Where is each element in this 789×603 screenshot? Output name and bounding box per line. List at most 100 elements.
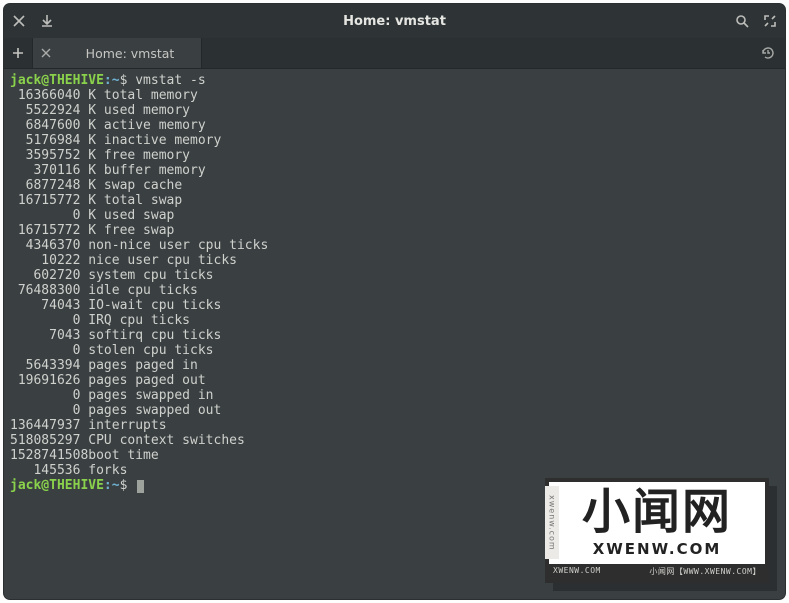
output-label: IRQ cpu ticks bbox=[80, 313, 190, 328]
output-value: 74043 bbox=[10, 298, 80, 313]
output-row: 5643394 pages paged in bbox=[10, 358, 777, 373]
output-value: 7043 bbox=[10, 328, 80, 343]
output-value: 16715772 bbox=[10, 223, 80, 238]
output-row: 19691626 pages paged out bbox=[10, 373, 777, 388]
output-value: 136447937 bbox=[10, 418, 80, 433]
output-row: 518085297 CPU context switches bbox=[10, 433, 777, 448]
output-value: 4346370 bbox=[10, 238, 80, 253]
output-label: pages paged in bbox=[80, 358, 197, 373]
window-title: Home: vmstat bbox=[54, 14, 735, 29]
output-label: idle cpu ticks bbox=[80, 283, 197, 298]
output-row: 5176984 K inactive memory bbox=[10, 133, 777, 148]
cursor-block bbox=[137, 480, 144, 493]
output-value: 145536 bbox=[10, 463, 80, 478]
search-icon[interactable] bbox=[735, 14, 749, 28]
output-value: 0 bbox=[10, 343, 80, 358]
save-output-icon[interactable] bbox=[40, 14, 54, 28]
output-value: 5176984 bbox=[10, 133, 80, 148]
output-row: 136447937 interrupts bbox=[10, 418, 777, 433]
output-label: K free swap bbox=[80, 223, 174, 238]
tab-home-vmstat[interactable]: Home: vmstat bbox=[33, 38, 202, 68]
output-row: 0 IRQ cpu ticks bbox=[10, 313, 777, 328]
output-label: CPU context switches bbox=[80, 433, 244, 448]
output-row: 5522924 K used memory bbox=[10, 103, 777, 118]
output-value: 3595752 bbox=[10, 148, 80, 163]
output-row: 0 stolen cpu ticks bbox=[10, 343, 777, 358]
output-label: forks bbox=[80, 463, 127, 478]
prompt-path: ~ bbox=[112, 73, 120, 88]
output-value: 0 bbox=[10, 403, 80, 418]
output-label: K inactive memory bbox=[80, 133, 221, 148]
watermark-sub: XWENW.COM bbox=[553, 538, 761, 562]
output-value: 1528741508 bbox=[10, 448, 80, 463]
output-row: 74043 IO-wait cpu ticks bbox=[10, 298, 777, 313]
output-row: 16715772 K free swap bbox=[10, 223, 777, 238]
watermark-badge: xwenw.com 小闻网 XWENW.COM XWENW.COM 小闻网【WW… bbox=[545, 478, 769, 583]
output-label: system cpu ticks bbox=[80, 268, 213, 283]
output-value: 10222 bbox=[10, 253, 80, 268]
prompt-user: jack@THEHIVE bbox=[10, 73, 104, 88]
output-value: 5643394 bbox=[10, 358, 80, 373]
close-window-icon[interactable] bbox=[12, 14, 26, 28]
output-row: 7043 softirq cpu ticks bbox=[10, 328, 777, 343]
tabbar: Home: vmstat bbox=[4, 38, 785, 69]
output-label: K swap cache bbox=[80, 178, 182, 193]
output-label: IO-wait cpu ticks bbox=[80, 298, 221, 313]
output-label: K free memory bbox=[80, 148, 190, 163]
output-label: stolen cpu ticks bbox=[80, 343, 213, 358]
output-value: 76488300 bbox=[10, 283, 80, 298]
output-value: 16715772 bbox=[10, 193, 80, 208]
prompt-command: vmstat -s bbox=[135, 73, 205, 88]
output-row: 145536 forks bbox=[10, 463, 777, 478]
output-value: 6877248 bbox=[10, 178, 80, 193]
output-row: 16715772 K total swap bbox=[10, 193, 777, 208]
output-row: 6847600 K active memory bbox=[10, 118, 777, 133]
output-label: K total memory bbox=[80, 88, 197, 103]
output-label: K total swap bbox=[80, 193, 182, 208]
fullscreen-icon[interactable] bbox=[763, 14, 777, 28]
output-value: 16366040 bbox=[10, 88, 80, 103]
output-row: 0 pages swapped in bbox=[10, 388, 777, 403]
output-label: K buffer memory bbox=[80, 163, 205, 178]
output-label: softirq cpu ticks bbox=[80, 328, 221, 343]
output-label: pages swapped in bbox=[80, 388, 213, 403]
output-row: 10222 nice user cpu ticks bbox=[10, 253, 777, 268]
watermark-big: 小闻网 bbox=[553, 486, 761, 538]
watermark-side: xwenw.com bbox=[545, 486, 559, 559]
output-value: 370116 bbox=[10, 163, 80, 178]
prompt-line: jack@THEHIVE:~$ vmstat -s bbox=[10, 73, 777, 88]
output-label: pages swapped out bbox=[80, 403, 221, 418]
output-row: 602720 system cpu ticks bbox=[10, 268, 777, 283]
output-row: 1528741508 boot time bbox=[10, 448, 777, 463]
watermark-footer: XWENW.COM 小闻网【WWW.XWENW.COM】 bbox=[549, 564, 765, 579]
output-row: 370116 K buffer memory bbox=[10, 163, 777, 178]
tab-label: Home: vmstat bbox=[69, 46, 191, 61]
output-value: 602720 bbox=[10, 268, 80, 283]
terminal-window: Home: vmstat Home: vmstat jack@ bbox=[4, 4, 785, 599]
tab-close-icon[interactable] bbox=[41, 46, 51, 61]
output-label: nice user cpu ticks bbox=[80, 253, 237, 268]
output-label: boot time bbox=[80, 448, 158, 463]
output-label: pages paged out bbox=[80, 373, 205, 388]
output-label: interrupts bbox=[80, 418, 166, 433]
output-value: 518085297 bbox=[10, 433, 80, 448]
output-value: 19691626 bbox=[10, 373, 80, 388]
output-row: 0 K used swap bbox=[10, 208, 777, 223]
output-value: 5522924 bbox=[10, 103, 80, 118]
terminal-output[interactable]: jack@THEHIVE:~$ vmstat -s16366040 K tota… bbox=[4, 69, 785, 501]
history-icon[interactable] bbox=[751, 38, 785, 68]
output-value: 6847600 bbox=[10, 118, 80, 133]
output-value: 0 bbox=[10, 208, 80, 223]
prompt-sep: : bbox=[104, 73, 112, 88]
prompt-sigil: $ bbox=[120, 73, 128, 88]
output-value: 0 bbox=[10, 388, 80, 403]
output-row: 6877248 K swap cache bbox=[10, 178, 777, 193]
output-row: 4346370 non-nice user cpu ticks bbox=[10, 238, 777, 253]
output-label: non-nice user cpu ticks bbox=[80, 238, 268, 253]
output-row: 16366040 K total memory bbox=[10, 88, 777, 103]
output-row: 76488300 idle cpu ticks bbox=[10, 283, 777, 298]
output-label: K used memory bbox=[80, 103, 190, 118]
new-tab-button[interactable] bbox=[4, 38, 33, 68]
output-row: 3595752 K free memory bbox=[10, 148, 777, 163]
output-row: 0 pages swapped out bbox=[10, 403, 777, 418]
